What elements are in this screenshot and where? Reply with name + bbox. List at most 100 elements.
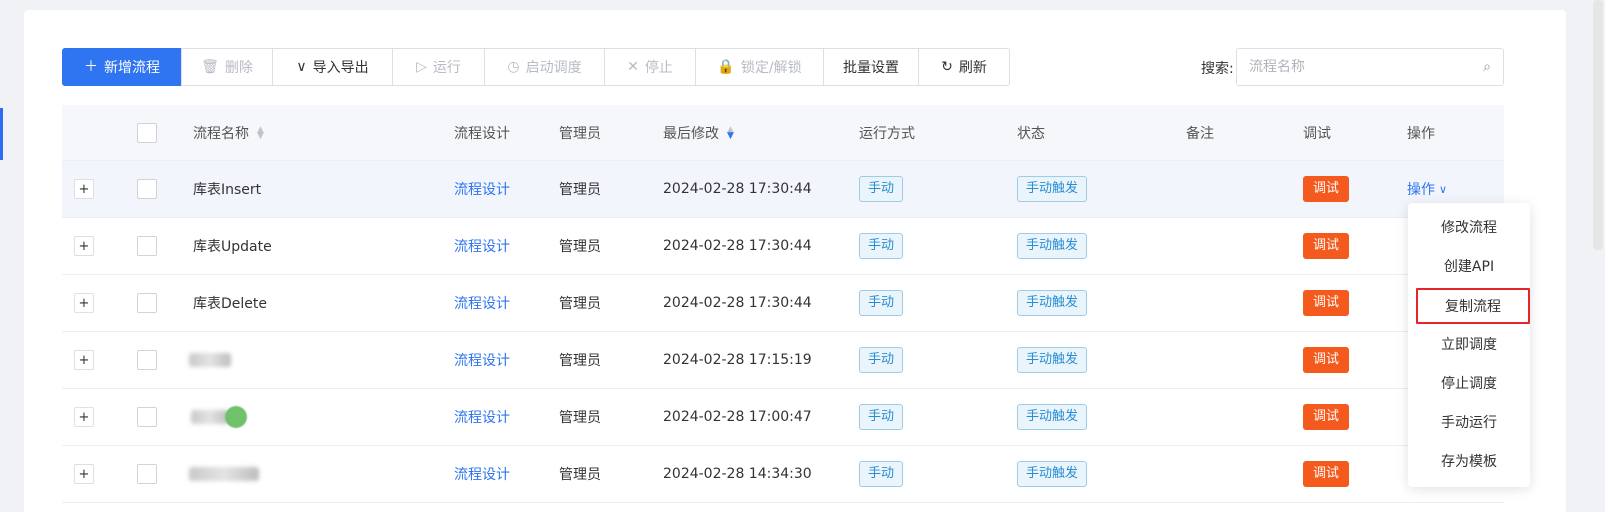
add-flow-label: 新增流程 — [104, 60, 160, 76]
lock-unlock-label: 锁定/解锁 — [740, 60, 802, 76]
run-mode-tag: 手动 — [859, 347, 904, 373]
lock-icon: 🔒 — [717, 59, 735, 75]
admin-cell: 管理员 — [559, 296, 601, 312]
redacted-text — [191, 410, 229, 424]
delete-button[interactable]: 🗑 删除 — [181, 48, 273, 86]
debug-button[interactable]: 调试 — [1303, 290, 1350, 316]
expand-row-button[interactable]: + — [74, 350, 94, 370]
modified-cell: 2024-02-28 17:30:44 — [663, 181, 812, 197]
row-checkbox[interactable] — [137, 179, 157, 199]
import-export-label: 导入导出 — [312, 60, 369, 76]
run-mode-tag: 手动 — [859, 461, 904, 487]
modified-cell: 2024-02-28 17:30:44 — [663, 295, 812, 311]
stop-label: 停止 — [644, 60, 673, 76]
search-box[interactable]: ⌕ — [1236, 48, 1504, 86]
table-row[interactable]: + 库表Insert 流程设计 管理员 2024-02-28 17:30:44 … — [62, 161, 1504, 218]
menu-item-schedule-now[interactable]: 立即调度 — [1408, 326, 1530, 362]
admin-cell: 管理员 — [559, 182, 601, 198]
run-mode-tag: 手动 — [859, 176, 904, 202]
flow-name-redacted — [191, 389, 247, 445]
trash-icon: 🗑 — [201, 59, 219, 75]
debug-button[interactable]: 调试 — [1303, 461, 1350, 487]
redacted-text — [189, 353, 231, 367]
menu-item-create-api[interactable]: 创建API — [1408, 248, 1530, 284]
debug-button[interactable]: 调试 — [1303, 176, 1350, 202]
avatar — [225, 406, 247, 428]
run-button[interactable]: ▷ 运行 — [392, 48, 485, 86]
batch-settings-button[interactable]: 批量设置 — [823, 48, 919, 86]
close-icon: ✕ — [627, 59, 639, 75]
toolbar: ＋ 新增流程 🗑 删除 ∨ 导入导出 ▷ 运行 ◷ 启动调度 ✕ 停止 🔒 锁定… — [62, 48, 1010, 86]
stop-button[interactable]: ✕ 停止 — [604, 48, 696, 86]
column-header-remark: 备注 — [1186, 125, 1214, 142]
page-scrollbar[interactable] — [1593, 0, 1603, 250]
run-label: 运行 — [432, 60, 461, 76]
table-row[interactable]: + 库表Update 流程设计 管理员 2024-02-28 17:30:44 … — [62, 218, 1504, 275]
sort-desc-icon[interactable]: ▲ ▼ — [727, 125, 734, 140]
flow-name-redacted — [189, 446, 259, 502]
column-header-ops: 操作 — [1407, 125, 1435, 142]
table-row[interactable]: + 流程设计 管理员 2024-02-28 17:15:19 手动 手动触发 调… — [62, 332, 1504, 389]
refresh-icon: ↻ — [941, 59, 953, 75]
start-schedule-button[interactable]: ◷ 启动调度 — [484, 48, 605, 86]
row-checkbox[interactable] — [137, 350, 157, 370]
expand-row-button[interactable]: + — [74, 236, 94, 256]
expand-row-button[interactable]: + — [74, 464, 94, 484]
sort-icon[interactable]: ▲ ▼ — [257, 125, 264, 140]
modified-cell: 2024-02-28 14:34:30 — [663, 466, 812, 482]
delete-label: 删除 — [224, 60, 253, 76]
add-flow-button[interactable]: ＋ 新增流程 — [62, 48, 182, 86]
row-checkbox[interactable] — [137, 236, 157, 256]
flow-name-redacted — [189, 332, 231, 388]
status-tag: 手动触发 — [1017, 233, 1088, 259]
select-all-checkbox[interactable] — [137, 122, 157, 143]
expand-row-button[interactable]: + — [74, 407, 94, 427]
flow-design-link[interactable]: 流程设计 — [454, 218, 510, 274]
menu-item-save-template[interactable]: 存为模板 — [1408, 443, 1530, 479]
menu-item-edit-flow[interactable]: 修改流程 — [1408, 209, 1530, 245]
menu-item-copy-flow[interactable]: 复制流程 — [1416, 288, 1530, 324]
chevron-down-icon: ∨ — [296, 59, 307, 75]
expand-row-button[interactable]: + — [74, 179, 94, 199]
import-export-button[interactable]: ∨ 导入导出 — [272, 48, 393, 86]
menu-item-manual-run[interactable]: 手动运行 — [1408, 404, 1530, 440]
column-header-modified[interactable]: 最后修改 ▲ ▼ — [663, 105, 734, 160]
debug-button[interactable]: 调试 — [1303, 404, 1350, 430]
lock-unlock-button[interactable]: 🔒 锁定/解锁 — [695, 48, 824, 86]
flow-design-link[interactable]: 流程设计 — [454, 446, 510, 502]
table-row[interactable]: + 库表Delete 流程设计 管理员 2024-02-28 17:30:44 … — [62, 275, 1504, 332]
status-tag: 手动触发 — [1017, 404, 1088, 430]
refresh-button[interactable]: ↻ 刷新 — [918, 48, 1010, 86]
search-icon[interactable]: ⌕ — [1483, 59, 1491, 75]
flow-design-link[interactable]: 流程设计 — [454, 332, 510, 388]
operations-dropdown-menu: 修改流程 创建API 复制流程 立即调度 停止调度 手动运行 存为模板 — [1408, 203, 1530, 487]
table-row[interactable]: + 流程设计 管理员 2024-02-28 17:00:47 手动 手动触发 调… — [62, 389, 1504, 446]
table-row[interactable]: + 流程设计 管理员 2024-02-28 14:34:30 手动 手动触发 调… — [62, 446, 1504, 503]
flow-design-link[interactable]: 流程设计 — [454, 389, 510, 445]
search-input[interactable] — [1249, 59, 1484, 75]
expand-row-button[interactable]: + — [74, 293, 94, 313]
status-tag: 手动触发 — [1017, 347, 1088, 373]
run-mode-tag: 手动 — [859, 233, 904, 259]
batch-settings-label: 批量设置 — [843, 60, 899, 76]
flow-design-link[interactable]: 流程设计 — [454, 275, 510, 331]
operations-dropdown-trigger[interactable]: 操作 ∨ — [1407, 179, 1447, 199]
row-checkbox[interactable] — [137, 464, 157, 484]
flow-table: 流程名称 ▲ ▼ 流程设计 管理员 最后修改 ▲ ▼ 运行方式 状态 备注 调试 操… — [62, 105, 1504, 503]
run-mode-tag: 手动 — [859, 404, 904, 430]
row-checkbox[interactable] — [137, 293, 157, 313]
debug-button[interactable]: 调试 — [1303, 233, 1350, 259]
debug-button[interactable]: 调试 — [1303, 347, 1350, 373]
flow-name: 库表Delete — [193, 296, 267, 312]
column-header-admin: 管理员 — [559, 125, 601, 142]
menu-item-stop-schedule[interactable]: 停止调度 — [1408, 365, 1530, 401]
row-checkbox[interactable] — [137, 407, 157, 427]
chevron-down-icon: ∨ — [1439, 182, 1448, 196]
column-header-name[interactable]: 流程名称 ▲ ▼ — [193, 105, 264, 160]
modified-cell: 2024-02-28 17:30:44 — [663, 238, 812, 254]
column-header-run-mode: 运行方式 — [859, 125, 915, 142]
flow-design-link[interactable]: 流程设计 — [454, 161, 510, 217]
admin-cell: 管理员 — [559, 353, 601, 369]
admin-cell: 管理员 — [559, 239, 601, 255]
column-header-design: 流程设计 — [454, 125, 510, 142]
